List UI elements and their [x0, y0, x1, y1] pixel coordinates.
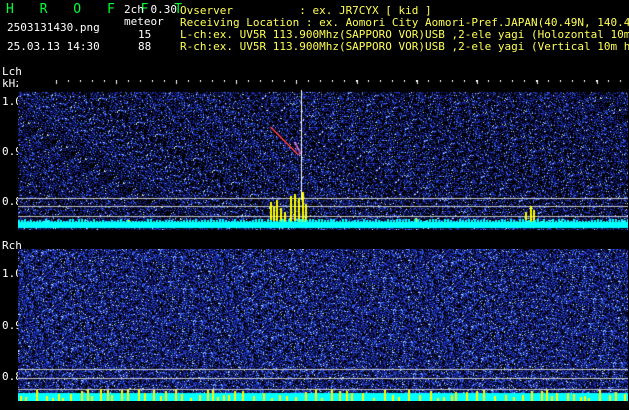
capture-datetime: 25.03.13 14:30 — [7, 40, 100, 53]
meteor-count-rch: 88 — [138, 40, 152, 53]
hroft-spectrogram-window: H R O F F T 2503131430.png 25.03.13 14:3… — [0, 0, 629, 410]
image-filename: 2503131430.png — [7, 21, 100, 34]
lch-spectrogram — [18, 80, 628, 230]
rch-config-line: R-ch:ex. UV5R 113.900Mhz(SAPPORO VOR)USB… — [180, 40, 629, 53]
rch-spectrogram — [18, 249, 628, 401]
meteor-label: meteor — [124, 15, 164, 28]
